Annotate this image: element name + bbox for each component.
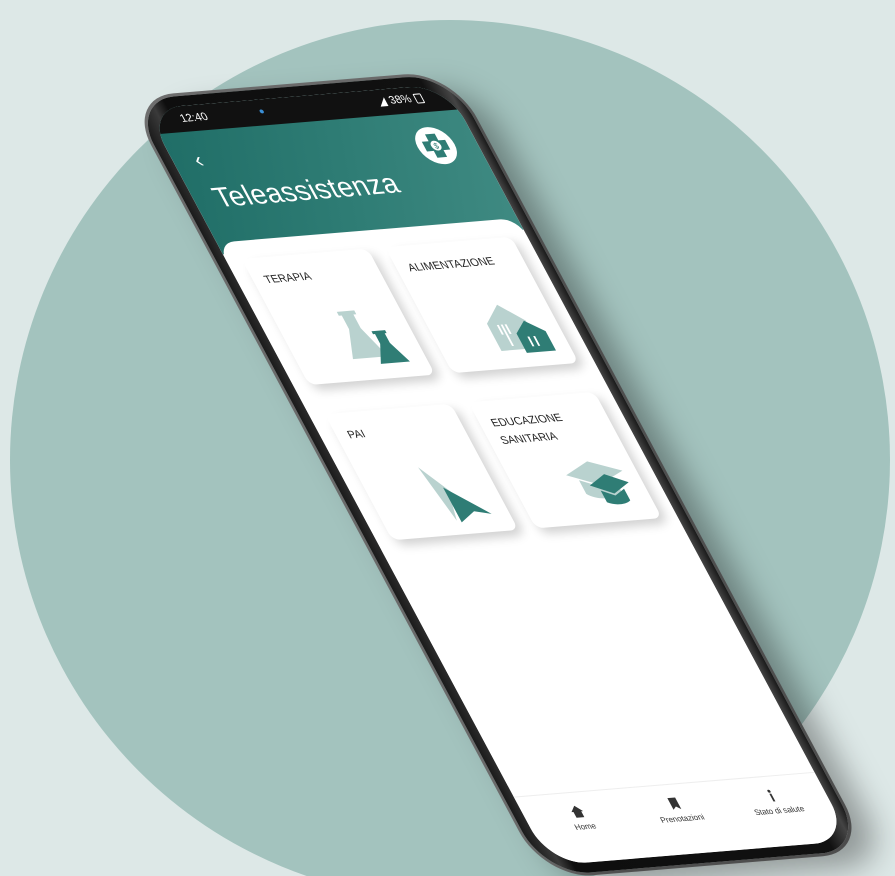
- tiles-grid: TERAPIA ALIMENTAZIONE PAI EDUCAZIONE SAN…: [216, 217, 809, 786]
- signal-icon: [375, 96, 389, 107]
- medical-cross-logo-icon[interactable]: $: [406, 125, 466, 167]
- nav-item-prenotazioni[interactable]: Prenotazioni: [627, 793, 728, 826]
- page-title: Teleassistenza: [206, 167, 406, 213]
- graduation-cap-icon: [566, 461, 631, 505]
- info-icon: [767, 789, 776, 802]
- battery-icon: [412, 93, 426, 104]
- battery-percent: 38%: [386, 93, 415, 107]
- tile-label: TERAPIA: [262, 270, 314, 287]
- tile-label: PAI: [345, 428, 368, 442]
- nav-item-stato-di-salute[interactable]: Stato di salute: [724, 785, 825, 818]
- tile-label: EDUCAZIONE SANITARIA: [488, 412, 565, 447]
- house-fork-icon: [486, 304, 556, 353]
- status-time: 12:40: [177, 111, 211, 125]
- arrow-cursor-icon: [418, 467, 492, 523]
- phone-screen: 12:40 38% ‹ Teleassistenza $ TERAPIA ALI…: [144, 84, 852, 866]
- status-right: 38%: [375, 92, 426, 107]
- phone: 12:40 38% ‹ Teleassistenza $ TERAPIA ALI…: [130, 73, 867, 876]
- phone-wrap: 12:40 38% ‹ Teleassistenza $ TERAPIA ALI…: [0, 0, 895, 876]
- nav-label: Home: [572, 821, 599, 832]
- tile-label: ALIMENTAZIONE: [405, 255, 497, 275]
- nav-item-home[interactable]: Home: [530, 801, 631, 834]
- stage: 12:40 38% ‹ Teleassistenza $ TERAPIA ALI…: [0, 0, 895, 876]
- camera-dot-icon: [258, 109, 265, 114]
- nav-label: Stato di salute: [752, 804, 807, 818]
- home-icon: [571, 805, 585, 818]
- bookmark-icon: [667, 797, 682, 810]
- chevron-left-icon[interactable]: ‹: [188, 147, 208, 172]
- flask-icon: [336, 310, 410, 364]
- nav-label: Prenotazioni: [658, 812, 707, 825]
